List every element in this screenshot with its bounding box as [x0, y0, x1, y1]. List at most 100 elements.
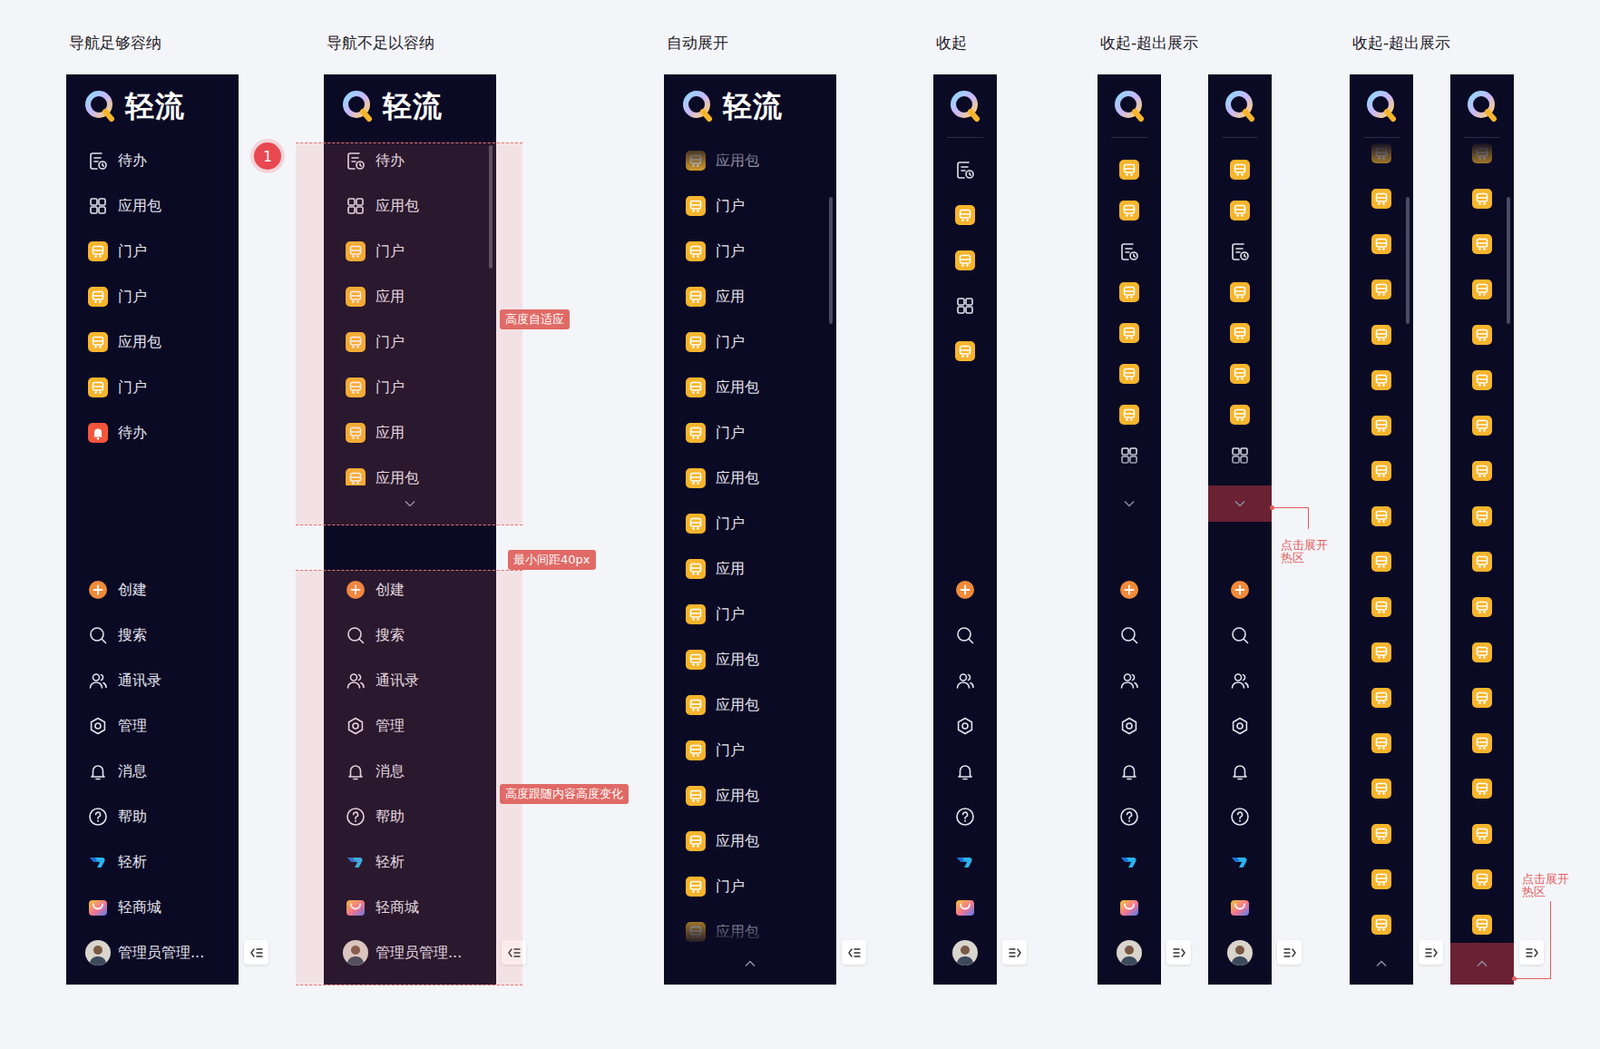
logo[interactable]: [1208, 74, 1272, 138]
nav-item[interactable]: 应用包: [66, 183, 239, 229]
nav-item[interactable]: [1450, 629, 1514, 675]
nav-item[interactable]: [933, 566, 997, 613]
nav-item[interactable]: 应用包: [663, 682, 837, 728]
nav-item[interactable]: [933, 884, 997, 930]
nav-item[interactable]: 门户: [323, 364, 497, 410]
nav-item[interactable]: 门户: [663, 319, 837, 365]
nav-item[interactable]: [1097, 793, 1161, 840]
nav-item[interactable]: [1097, 748, 1161, 794]
nav-item[interactable]: 门户: [663, 500, 837, 547]
nav-item[interactable]: [1208, 702, 1272, 749]
nav-item[interactable]: [933, 839, 997, 885]
nav-item[interactable]: [1208, 748, 1272, 794]
nav-item[interactable]: 应用: [663, 546, 837, 592]
nav-item[interactable]: [1450, 402, 1514, 449]
nav-item[interactable]: [1349, 448, 1414, 494]
nav-item[interactable]: [1349, 175, 1414, 222]
nav-item[interactable]: [1208, 189, 1272, 231]
nav-item[interactable]: [1208, 657, 1272, 703]
nav-item[interactable]: [1349, 221, 1414, 267]
nav-item[interactable]: 搜索: [323, 612, 497, 658]
nav-item[interactable]: [1208, 352, 1272, 394]
nav-item[interactable]: [1097, 566, 1161, 613]
nav-item[interactable]: [1097, 352, 1161, 394]
nav-item[interactable]: 轻析: [66, 839, 239, 885]
nav-item[interactable]: [1097, 839, 1161, 885]
nav-item[interactable]: [1349, 538, 1414, 585]
nav-item[interactable]: [1450, 312, 1514, 358]
nav-item[interactable]: [1097, 475, 1161, 486]
nav-item[interactable]: 轻商城: [323, 884, 497, 930]
nav-item[interactable]: 待办: [66, 137, 239, 184]
collapse-toggle[interactable]: [1418, 939, 1444, 965]
nav-item[interactable]: [1208, 612, 1272, 658]
nav-item[interactable]: [933, 146, 997, 193]
logo[interactable]: 轻流: [66, 74, 239, 138]
more-indicator[interactable]: [1349, 942, 1414, 985]
nav-item[interactable]: 门户: [663, 409, 837, 456]
scrollbar[interactable]: [488, 137, 493, 522]
nav-item[interactable]: [1208, 230, 1272, 272]
nav-item[interactable]: [1208, 793, 1272, 840]
nav-item[interactable]: [1450, 674, 1514, 721]
collapse-toggle[interactable]: [1166, 939, 1191, 965]
nav-item[interactable]: [933, 657, 997, 703]
logo[interactable]: 轻流: [323, 74, 497, 138]
nav-item[interactable]: [1349, 674, 1414, 721]
more-indicator[interactable]: [323, 485, 497, 522]
more-indicator[interactable]: [1097, 485, 1161, 522]
nav-item[interactable]: [1450, 137, 1514, 176]
nav-item[interactable]: [1450, 221, 1514, 267]
nav-item[interactable]: [1097, 884, 1161, 930]
nav-item[interactable]: [933, 237, 997, 283]
logo[interactable]: [933, 74, 997, 138]
nav-item[interactable]: [1450, 765, 1514, 811]
user-item[interactable]: [1208, 929, 1272, 976]
nav-item[interactable]: [1097, 434, 1161, 476]
nav-item[interactable]: 通讯录: [323, 657, 497, 703]
nav-item[interactable]: 门户: [663, 183, 837, 229]
nav-item[interactable]: 应用: [663, 273, 837, 320]
nav-item[interactable]: 应用包: [663, 137, 837, 184]
nav-item[interactable]: [1450, 357, 1514, 403]
nav-item[interactable]: 搜索: [66, 612, 239, 658]
more-indicator[interactable]: [1450, 942, 1514, 985]
nav-item[interactable]: [1097, 702, 1161, 749]
nav-item[interactable]: [1349, 810, 1414, 857]
nav-item[interactable]: 门户: [323, 228, 497, 274]
nav-item[interactable]: [933, 328, 997, 374]
nav-item[interactable]: [1208, 884, 1272, 930]
more-indicator[interactable]: [1208, 485, 1272, 522]
collapse-toggle[interactable]: [841, 939, 867, 965]
user-item[interactable]: [933, 929, 997, 976]
nav-item[interactable]: 应用包: [663, 636, 837, 683]
nav-item[interactable]: 门户: [66, 364, 239, 410]
logo[interactable]: 轻流: [663, 74, 837, 138]
nav-item[interactable]: 消息: [323, 748, 497, 794]
user-item[interactable]: 管理员管理...: [323, 929, 497, 976]
nav-item[interactable]: [1097, 230, 1161, 272]
nav-item[interactable]: 应用包: [66, 319, 239, 365]
nav-item[interactable]: [1349, 493, 1414, 539]
scrollbar[interactable]: [1405, 137, 1410, 985]
collapse-toggle[interactable]: [1519, 939, 1544, 965]
nav-item[interactable]: [933, 192, 997, 238]
nav-item[interactable]: [1097, 271, 1161, 313]
nav-item[interactable]: [1450, 856, 1514, 902]
nav-item[interactable]: 应用: [323, 273, 497, 320]
nav-item[interactable]: [1208, 566, 1272, 613]
nav-item[interactable]: [933, 748, 997, 794]
nav-item[interactable]: 应用包: [323, 183, 497, 229]
nav-item[interactable]: [1349, 357, 1414, 403]
nav-item[interactable]: [1349, 901, 1414, 943]
expand-hotspot[interactable]: [1450, 942, 1514, 985]
nav-item[interactable]: [1349, 856, 1414, 902]
nav-item[interactable]: [1208, 839, 1272, 885]
nav-item[interactable]: 应用包: [663, 772, 837, 819]
scrollbar[interactable]: [829, 137, 833, 985]
expand-hotspot[interactable]: [1208, 485, 1272, 522]
nav-item[interactable]: 门户: [323, 319, 497, 365]
nav-item[interactable]: [1208, 271, 1272, 313]
user-item[interactable]: 管理员管理...: [66, 929, 239, 976]
nav-item[interactable]: 门户: [66, 228, 239, 274]
